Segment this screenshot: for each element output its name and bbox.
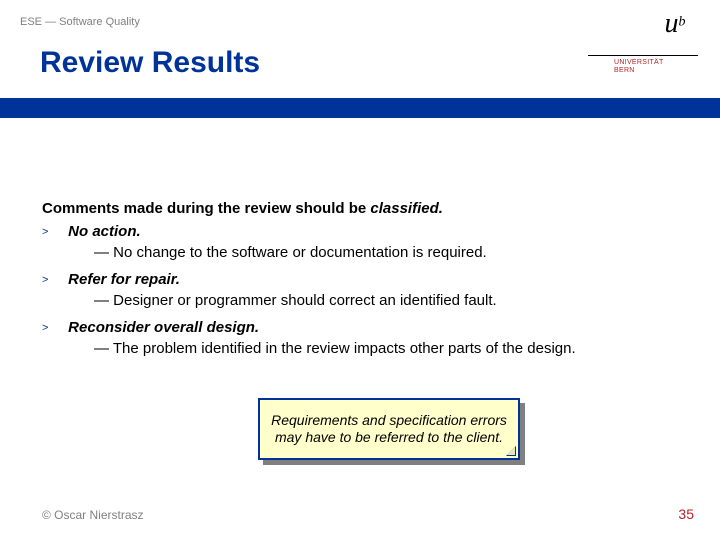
- callout: Requirements and specification errors ma…: [258, 398, 528, 464]
- item-label: Reconsider overall design.: [68, 319, 259, 336]
- logo-line2: BERN: [614, 67, 635, 74]
- chevron-icon: >: [42, 226, 64, 238]
- callout-text: Requirements and specification errors ma…: [268, 412, 510, 447]
- callout-box: Requirements and specification errors ma…: [258, 398, 520, 460]
- logo-letter-u: u: [665, 8, 679, 40]
- item-sub: — Designer or programmer should correct …: [94, 292, 678, 309]
- page-fold-inner: [507, 447, 515, 455]
- lead-sentence: Comments made during the review should b…: [42, 200, 678, 217]
- list-item: > No action.: [42, 223, 678, 240]
- logo-text: UNIVERSITÄT BERN: [588, 59, 698, 76]
- logo-corner: ub: [652, 8, 698, 54]
- chevron-icon: >: [42, 274, 64, 286]
- lead-em: classified.: [370, 200, 443, 217]
- slide: ESE — Software Quality ub UNIVERSITÄT BE…: [0, 0, 720, 540]
- list-item: > Refer for repair.: [42, 271, 678, 288]
- slide-title: Review Results: [40, 46, 260, 80]
- header-course: ESE — Software Quality: [20, 16, 140, 28]
- list-item: > Reconsider overall design.: [42, 319, 678, 336]
- slide-body: Comments made during the review should b…: [42, 200, 678, 367]
- university-logo: ub UNIVERSITÄT BERN: [588, 8, 698, 93]
- logo-divider: [588, 55, 698, 56]
- logo-letter-b: b: [679, 15, 686, 30]
- logo-line1: UNIVERSITÄT: [614, 59, 664, 66]
- item-label: No action.: [68, 223, 141, 240]
- title-underline-bar: [0, 98, 720, 118]
- lead-prefix: Comments made during the review should b…: [42, 200, 370, 217]
- footer-page-number: 35: [678, 506, 694, 522]
- item-sub: — No change to the software or documenta…: [94, 244, 678, 261]
- item-sub: — The problem identified in the review i…: [94, 340, 678, 357]
- chevron-icon: >: [42, 322, 64, 334]
- item-label: Refer for repair.: [68, 271, 180, 288]
- footer-copyright: © Oscar Nierstrasz: [42, 508, 144, 522]
